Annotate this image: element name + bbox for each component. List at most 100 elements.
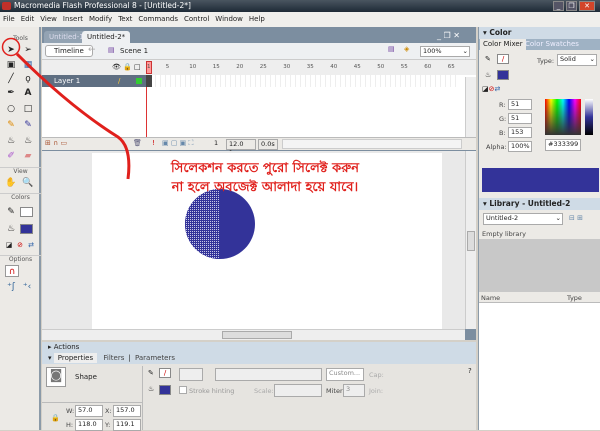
stroke-width-field[interactable] bbox=[179, 368, 203, 381]
color-swap-icons[interactable]: ◪⊘⇄ bbox=[482, 85, 500, 93]
library-pin-icons[interactable]: ⊟ ⊞ bbox=[569, 214, 583, 222]
menu-window[interactable]: Window bbox=[215, 15, 243, 23]
swap-colors-icon[interactable]: ⇄ bbox=[24, 239, 38, 251]
stroke-color-button[interactable]: / bbox=[159, 368, 171, 378]
g-field[interactable]: 51 bbox=[508, 113, 532, 124]
library-doc-value: Untitled-2 bbox=[486, 214, 519, 222]
snap-magnet-icon[interactable]: ∩ bbox=[5, 265, 19, 277]
w-label: W: bbox=[66, 407, 75, 415]
edit-symbols-icon[interactable]: ◈ bbox=[404, 45, 409, 53]
ruler-tick: 35 bbox=[306, 64, 314, 70]
color-spectrum[interactable] bbox=[545, 99, 581, 135]
restore-button[interactable]: ❐ bbox=[566, 1, 577, 11]
divider bbox=[142, 366, 143, 430]
menu-view[interactable]: View bbox=[40, 15, 57, 23]
color-preview bbox=[482, 168, 599, 192]
empty-library-label: Empty library bbox=[482, 230, 526, 238]
stage-vscroll[interactable] bbox=[465, 151, 476, 329]
smooth-icon[interactable]: ⁺ʃ bbox=[4, 281, 18, 293]
library-list[interactable] bbox=[479, 293, 600, 430]
library-title: Library - Untitled-2 bbox=[489, 199, 571, 208]
help-icon[interactable]: ? bbox=[468, 367, 472, 375]
close-button[interactable]: ✕ bbox=[579, 1, 595, 11]
ruler-tick: 40 bbox=[330, 64, 338, 70]
menu-control[interactable]: Control bbox=[184, 15, 209, 23]
menu-text[interactable]: Text bbox=[118, 15, 132, 23]
library-doc-select[interactable]: Untitled-2 ⌄ bbox=[483, 213, 563, 225]
menu-modify[interactable]: Modify bbox=[89, 15, 112, 23]
frames-row[interactable] bbox=[146, 75, 456, 87]
lock-icon[interactable]: 🔒 bbox=[51, 414, 60, 422]
x-label: X: bbox=[105, 407, 112, 415]
color-panel-header[interactable]: ▾ Color bbox=[479, 27, 600, 39]
tab-filters[interactable]: Filters bbox=[99, 354, 128, 362]
stroke-hinting-checkbox[interactable] bbox=[179, 386, 187, 394]
library-panel-header[interactable]: ▾ Library - Untitled-2 bbox=[479, 198, 600, 210]
annotation-line-2: না হলে অবজেক্ট আলাদা হয়ে যাবে। bbox=[171, 180, 359, 195]
window-title: Macromedia Flash Professional 8 - [Untit… bbox=[14, 1, 191, 10]
stage-hscroll[interactable] bbox=[42, 329, 465, 340]
fill-color-button[interactable] bbox=[497, 70, 509, 80]
straighten-icon[interactable]: ⁺‹ bbox=[20, 281, 34, 293]
tab-color-mixer[interactable]: Color Mixer bbox=[480, 39, 526, 50]
fill-color-button[interactable] bbox=[159, 385, 171, 395]
frame-ruler: 1 5 10 15 20 25 30 35 40 45 50 55 60 65 bbox=[146, 64, 456, 74]
zoom-select[interactable]: 100% ⌄ bbox=[420, 46, 470, 57]
col-type[interactable]: Type bbox=[567, 294, 582, 302]
tab-parameters[interactable]: Parameters bbox=[133, 354, 177, 362]
custom-button[interactable]: Custom... bbox=[326, 368, 364, 381]
menu-help[interactable]: Help bbox=[249, 15, 265, 23]
onion-skin-icons[interactable]: ▣ ▢ ▣ ⛶ bbox=[162, 139, 193, 148]
fill-color-icon[interactable]: ♨ bbox=[4, 223, 18, 235]
annotation-arrow bbox=[1, 37, 131, 180]
fill-icon: ♨ bbox=[485, 71, 492, 79]
options-label: Options bbox=[0, 255, 41, 263]
menu-commands[interactable]: Commands bbox=[138, 15, 178, 23]
edit-scene-icon[interactable]: ▤ bbox=[388, 45, 395, 53]
x-field[interactable]: 157.0 bbox=[113, 405, 141, 417]
col-name[interactable]: Name bbox=[481, 294, 500, 302]
shape-kind: Shape bbox=[75, 373, 97, 381]
stroke-color-swatch[interactable] bbox=[20, 207, 33, 217]
alpha-field[interactable]: 100% bbox=[508, 141, 532, 152]
width-field[interactable]: 57.0 bbox=[75, 405, 103, 417]
stroke-style-select[interactable] bbox=[215, 368, 322, 381]
stroke-color-button[interactable]: / bbox=[497, 54, 509, 64]
cap-label: Cap: bbox=[369, 371, 384, 379]
stroke-color-icon[interactable]: ✎ bbox=[4, 206, 18, 218]
hex-field[interactable]: #333399 bbox=[545, 139, 581, 151]
keyframe-1[interactable] bbox=[146, 75, 152, 87]
bottom-panels: ▸ Actions ▾ Properties Filters | Paramete… bbox=[42, 342, 476, 431]
stage[interactable]: সিলেকশন করতে পুরো সিলেক্ট করুন না হলে অব… bbox=[92, 153, 442, 329]
color-panel-title: Color bbox=[489, 28, 512, 37]
ruler-tick: 20 bbox=[236, 64, 244, 70]
library-columns: Name Type bbox=[479, 293, 600, 303]
stroke-icon: ✎ bbox=[148, 369, 154, 377]
scale-select[interactable] bbox=[274, 384, 322, 397]
type-select[interactable]: Solid ⌄ bbox=[557, 54, 597, 66]
doc-window-controls[interactable]: _ ❐ ✕ bbox=[437, 31, 460, 40]
title-bar: Macromedia Flash Professional 8 - [Untit… bbox=[0, 0, 600, 12]
fill-color-swatch[interactable] bbox=[20, 224, 33, 234]
center-frame-icon[interactable]: ! bbox=[152, 139, 155, 147]
menu-file[interactable]: File bbox=[3, 15, 15, 23]
actions-panel-header[interactable]: ▸ Actions bbox=[42, 342, 476, 352]
brightness-slider[interactable] bbox=[585, 99, 593, 135]
height-field[interactable]: 118.0 bbox=[75, 419, 103, 431]
miter-label: Miter: bbox=[326, 387, 345, 395]
ruler-tick: 30 bbox=[283, 64, 291, 70]
timeline-hscroll[interactable] bbox=[282, 139, 462, 149]
r-field[interactable]: 51 bbox=[508, 99, 532, 110]
tab-properties[interactable]: Properties bbox=[53, 353, 98, 363]
menu-insert[interactable]: Insert bbox=[63, 15, 83, 23]
b-field[interactable]: 153 bbox=[508, 127, 532, 138]
tab-color-swatches[interactable]: Color Swatches bbox=[525, 39, 579, 50]
menu-edit[interactable]: Edit bbox=[21, 15, 35, 23]
ruler-tick: 55 bbox=[400, 64, 408, 70]
y-field[interactable]: 119.1 bbox=[113, 419, 141, 431]
minimize-button[interactable]: _ bbox=[553, 1, 564, 11]
miter-field[interactable]: 3 bbox=[343, 384, 365, 397]
frame-rate: 12.0 fps bbox=[226, 139, 256, 157]
timeline-scrollbar[interactable] bbox=[465, 77, 476, 137]
ruler-tick: 5 bbox=[165, 64, 170, 70]
